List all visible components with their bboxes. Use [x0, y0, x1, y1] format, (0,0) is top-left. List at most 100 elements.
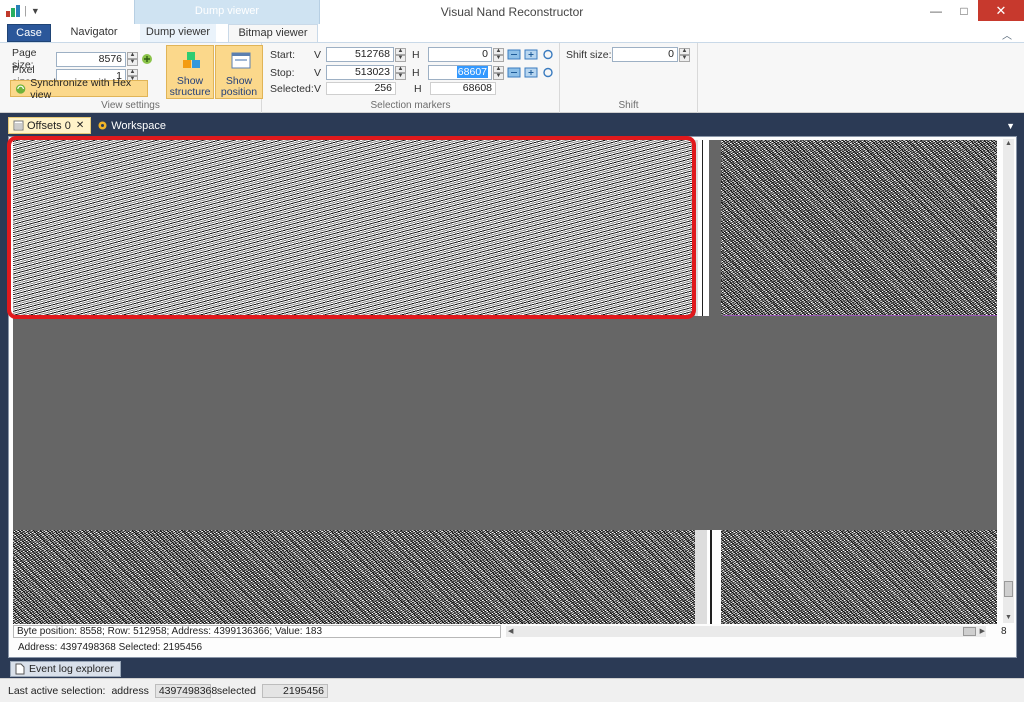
group-selection-markers: Start: V 512768 ▲ ▼ H 0 ▲ ▼ Stop: V 513023 ▲ ▼… — [262, 43, 560, 113]
shift-size-input[interactable]: 0 — [612, 47, 678, 62]
selected-value: 2195456 — [261, 683, 328, 698]
tab-navigator[interactable]: Navigator — [62, 24, 126, 42]
bitmap-block-top-left — [13, 140, 695, 316]
context-tab-header: Dump viewer — [134, 0, 320, 24]
document-icon — [15, 663, 25, 675]
set-start-icon[interactable] — [524, 49, 538, 60]
vertical-scrollbar[interactable]: ▲ ▼ — [1003, 139, 1014, 623]
close-icon[interactable]: ✕ — [978, 0, 1024, 21]
doc-tab-workspace[interactable]: Workspace — [93, 117, 172, 134]
goto-stop-icon[interactable] — [507, 67, 521, 78]
sync-hex-view-button[interactable]: Synchronize with Hex view — [10, 77, 148, 101]
sync-label: Synchronize with Hex view — [30, 76, 132, 101]
byte-position-status: Byte position: 8558; Row: 512958; Addres… — [13, 625, 501, 638]
bitmap-gap-top — [695, 140, 709, 316]
bitmap-block-top-right — [721, 140, 997, 316]
start-v-up-icon[interactable]: ▲ — [395, 47, 406, 55]
ribbon: Page size: 8576 ▲▼ Pixel size: 1 ▲▼ Sync… — [0, 42, 1024, 113]
page-number: 8 — [1001, 626, 1007, 637]
tab-list-dropdown-icon[interactable]: ▼ — [1006, 121, 1015, 131]
set-stop-icon[interactable] — [524, 67, 538, 78]
horizontal-scrollbar[interactable]: ◀ ▶ — [506, 626, 986, 637]
stop-h-label: H — [412, 66, 420, 79]
start-h-input[interactable]: 0 — [428, 47, 492, 62]
selected-h-value: 68608 — [430, 82, 496, 95]
close-tab-icon[interactable]: ✕ — [76, 118, 84, 134]
shift-size-up-icon[interactable]: ▲ — [679, 47, 690, 55]
quick-access-toolbar: | ▼ — [6, 5, 40, 17]
selected-label: Selected: — [270, 82, 314, 95]
workspace-gear-icon — [98, 121, 107, 130]
scroll-left-icon[interactable]: ◀ — [508, 626, 513, 637]
page-size-up-icon[interactable]: ▲ — [127, 52, 138, 59]
address-selected-line: Address: 4397498368 Selected: 2195456 — [18, 642, 203, 653]
tab-bitmap-viewer[interactable]: Bitmap viewer — [228, 24, 318, 43]
scroll-up-icon[interactable]: ▲ — [1003, 139, 1014, 149]
shift-size-down-icon[interactable]: ▼ — [679, 54, 690, 62]
stop-h-selected-text: 68607 — [456, 66, 488, 78]
workspace: Offsets 0 ✕ Workspace ▼ ▲ ▼ Byte positio… — [0, 113, 1024, 658]
bitmap-block-bottom-left — [13, 530, 695, 624]
collapse-ribbon-icon[interactable]: ︿ — [1002, 27, 1012, 42]
ribbon-tabs: Case Navigator Dump viewer Bitmap viewer… — [0, 24, 1024, 43]
start-v-label: V — [314, 48, 322, 61]
stop-v-label: V — [314, 66, 322, 79]
view-settings-group-label: View settings — [101, 100, 160, 111]
stop-label: Stop: — [270, 66, 295, 79]
sync-icon — [15, 83, 26, 94]
pixel-size-up-icon[interactable]: ▲ — [127, 69, 138, 76]
show-structure-label: Show structure — [169, 75, 211, 98]
group-shift: Shift size: 0 ▲ ▼ Shift — [560, 43, 698, 113]
horizontal-scroll-thumb[interactable] — [963, 627, 976, 636]
doc-tab-offsets-label: Offsets 0 — [27, 119, 71, 132]
refresh-start-icon[interactable] — [541, 49, 555, 60]
bitmap-canvas[interactable] — [13, 140, 997, 624]
start-h-up-icon[interactable]: ▲ — [493, 47, 504, 55]
address-value: 4397498368 — [154, 683, 217, 698]
doc-tab-offsets[interactable]: Offsets 0 ✕ — [8, 117, 92, 134]
position-window-icon — [231, 52, 251, 69]
bitmap-block-bottom-right — [721, 530, 997, 624]
stop-v-down-icon[interactable]: ▼ — [395, 72, 406, 80]
tab-dump-viewer[interactable]: Dump viewer — [140, 24, 216, 42]
title-bar: | ▼ Dump viewer Visual Nand Reconstructo… — [0, 0, 1024, 24]
show-position-button[interactable]: Show position — [215, 45, 263, 99]
start-label: Start: — [270, 48, 296, 61]
quick-access-separator: | — [24, 5, 27, 17]
bitmap-doc-icon — [13, 120, 24, 131]
bitmap-viewer-panel: ▲ ▼ Byte position: 8558; Row: 512958; Ad… — [8, 136, 1017, 658]
selection-marker-line — [723, 315, 997, 316]
vertical-scroll-thumb[interactable] — [1004, 581, 1013, 597]
stop-v-input[interactable]: 513023 — [326, 65, 394, 80]
shift-size-label: Shift size: — [566, 48, 612, 61]
stop-h-input[interactable]: 68607 — [428, 65, 492, 80]
selected-status-label: selected — [216, 684, 256, 697]
doc-tab-workspace-label: Workspace — [111, 119, 167, 132]
stop-v-up-icon[interactable]: ▲ — [395, 65, 406, 73]
tab-case[interactable]: Case — [7, 24, 51, 42]
show-structure-button[interactable]: Show structure — [166, 45, 214, 99]
stop-h-up-icon[interactable]: ▲ — [493, 65, 504, 73]
stop-h-down-icon[interactable]: ▼ — [493, 72, 504, 80]
selection-markers-group-label: Selection markers — [370, 100, 451, 111]
structure-cubes-icon — [183, 52, 200, 68]
page-size-apply-icon[interactable] — [141, 53, 153, 65]
shift-group-label: Shift — [618, 100, 639, 111]
start-h-label: H — [412, 48, 420, 61]
event-log-explorer-tab[interactable]: Event log explorer — [10, 661, 121, 677]
minimize-icon[interactable]: — — [922, 0, 950, 21]
bottom-tool-tabs: Event log explorer — [0, 658, 1024, 678]
start-h-down-icon[interactable]: ▼ — [493, 54, 504, 62]
goto-start-icon[interactable] — [507, 49, 521, 60]
selected-v-value: 256 — [326, 82, 396, 95]
start-v-input[interactable]: 512768 — [326, 47, 394, 62]
maximize-icon[interactable]: □ — [950, 0, 978, 21]
bitmap-gap-bottom — [695, 530, 721, 624]
show-position-label: Show position — [220, 75, 258, 98]
start-v-down-icon[interactable]: ▼ — [395, 54, 406, 62]
refresh-stop-icon[interactable] — [541, 67, 555, 78]
quick-access-dropdown-icon[interactable]: ▼ — [31, 6, 40, 16]
scroll-right-icon[interactable]: ▶ — [980, 626, 985, 637]
scroll-down-icon[interactable]: ▼ — [1003, 613, 1014, 623]
selected-v-label: V — [314, 82, 322, 95]
